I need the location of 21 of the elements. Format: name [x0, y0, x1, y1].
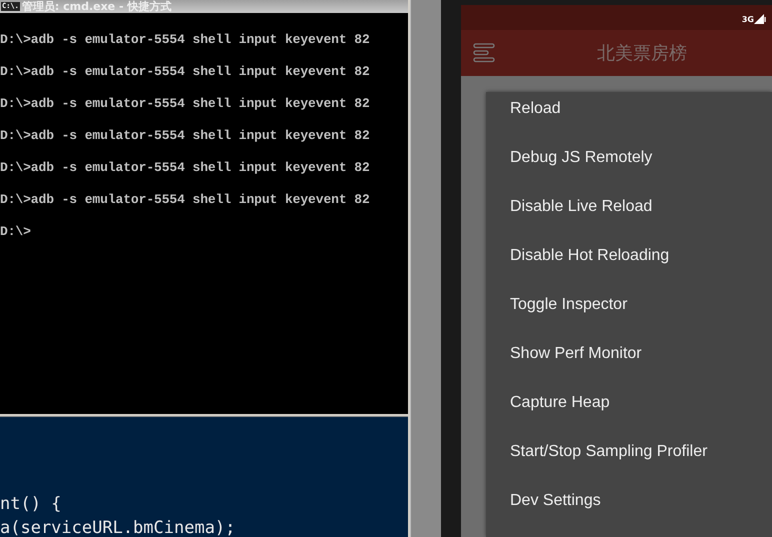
menu-item[interactable]: Dev Settings [486, 492, 772, 537]
menu-item[interactable]: Start/Stop Sampling Profiler [486, 443, 772, 492]
window-title: 管理员: cmd.exe - 快捷方式 [22, 0, 172, 13]
app-title: 北美票房榜 [597, 42, 687, 65]
console-line: D:\>adb -s emulator-5554 shell input keyevent 82 [0, 97, 371, 113]
menu-item[interactable]: Show Perf Monitor [486, 345, 772, 394]
menu-item[interactable]: Disable Hot Reloading [486, 247, 772, 296]
console-line: D:\>adb -s emulator-5554 shell input keyevent 82 [0, 161, 371, 177]
menu-item[interactable]: Disable Live Reload [486, 198, 772, 247]
console-line: D:\>adb -s emulator-5554 shell input keyevent 82 [0, 129, 371, 145]
menu-item[interactable]: Debug JS Remotely [486, 149, 772, 198]
menu-item[interactable]: Toggle Inspector [486, 296, 772, 345]
menu-icon[interactable] [473, 42, 495, 64]
code-line: nt() { [0, 494, 62, 514]
console-line: D:\>adb -s emulator-5554 shell input keyevent 82 [0, 33, 371, 49]
menu-item[interactable]: Capture Heap [486, 394, 772, 443]
code-line: a(serviceURL.bmCinema); [0, 518, 236, 537]
console-line: D:\>adb -s emulator-5554 shell input keyevent 82 [0, 65, 371, 81]
menu-item[interactable]: Reload [486, 100, 772, 149]
console-line: D:\> [0, 225, 32, 241]
console-line: D:\>adb -s emulator-5554 shell input keyevent 82 [0, 193, 371, 209]
